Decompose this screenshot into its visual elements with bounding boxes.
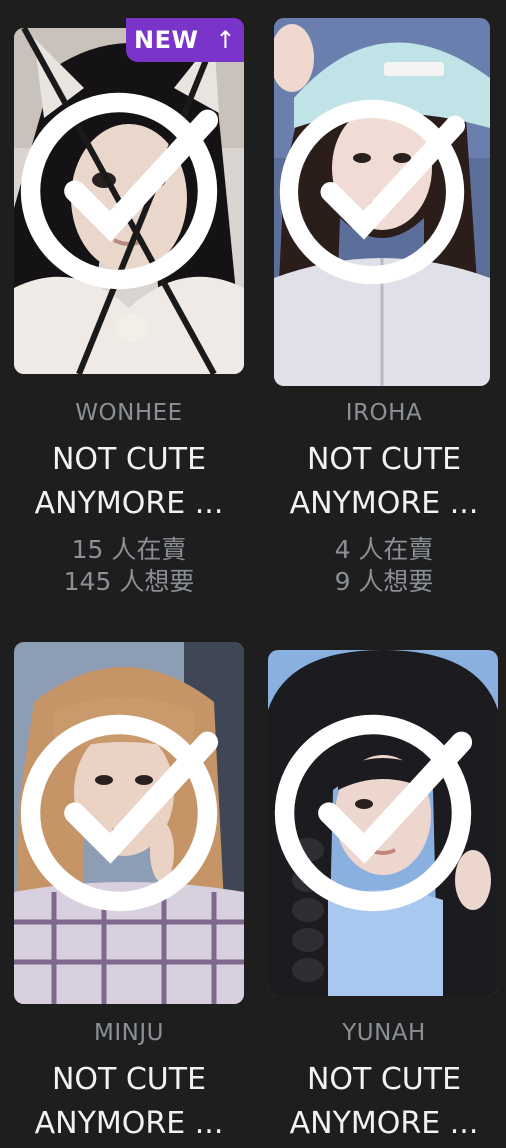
- check-circle-icon: [20, 92, 219, 290]
- wanted-count: 145 人想要: [63, 567, 195, 596]
- member-name: YUNAH: [342, 1020, 426, 1046]
- card-title-line1: NOT CUTE: [51, 442, 207, 477]
- card-title-line2: ANYMORE ...: [34, 1106, 224, 1141]
- photocard-image[interactable]: [274, 18, 490, 386]
- photocard-item-iroha[interactable]: IROHA NOT CUTE ANYMORE ... 4 人在賣 9 人想要: [264, 18, 504, 608]
- arrow-up-icon: ↑: [215, 26, 236, 54]
- check-circle-icon: [20, 714, 219, 912]
- card-title-line2: ANYMORE ...: [289, 1106, 479, 1141]
- card-title-line2: ANYMORE ...: [34, 486, 224, 521]
- member-name: IROHA: [345, 400, 423, 426]
- photocard-item-yunah[interactable]: YUNAH NOT CUTE ANYMORE ...: [264, 640, 504, 1148]
- photocard-grid: NEW ↑ WONHEE NOT CUTE ANYMORE ... 15 人在賣…: [0, 0, 506, 1148]
- member-name: MINJU: [94, 1020, 164, 1046]
- photocard-image[interactable]: [268, 650, 498, 996]
- card-title-line1: NOT CUTE: [306, 442, 462, 477]
- check-circle-icon: [274, 714, 473, 912]
- photocard-image[interactable]: [14, 28, 244, 374]
- check-circle-icon: [279, 99, 466, 285]
- wanted-count: 9 人想要: [334, 567, 434, 596]
- new-badge: NEW ↑: [126, 18, 244, 62]
- photocard-item-minju[interactable]: MINJU NOT CUTE ANYMORE ...: [14, 640, 254, 1148]
- card-title-line1: NOT CUTE: [51, 1062, 207, 1097]
- selling-count: 15 人在賣: [71, 535, 187, 564]
- member-name: WONHEE: [75, 400, 183, 426]
- photocard-image[interactable]: [14, 642, 244, 1004]
- selling-count: 4 人在賣: [334, 535, 434, 564]
- photocard-item-wonhee[interactable]: NEW ↑ WONHEE NOT CUTE ANYMORE ... 15 人在賣…: [14, 18, 254, 608]
- card-title-line1: NOT CUTE: [306, 1062, 462, 1097]
- card-title-line2: ANYMORE ...: [289, 486, 479, 521]
